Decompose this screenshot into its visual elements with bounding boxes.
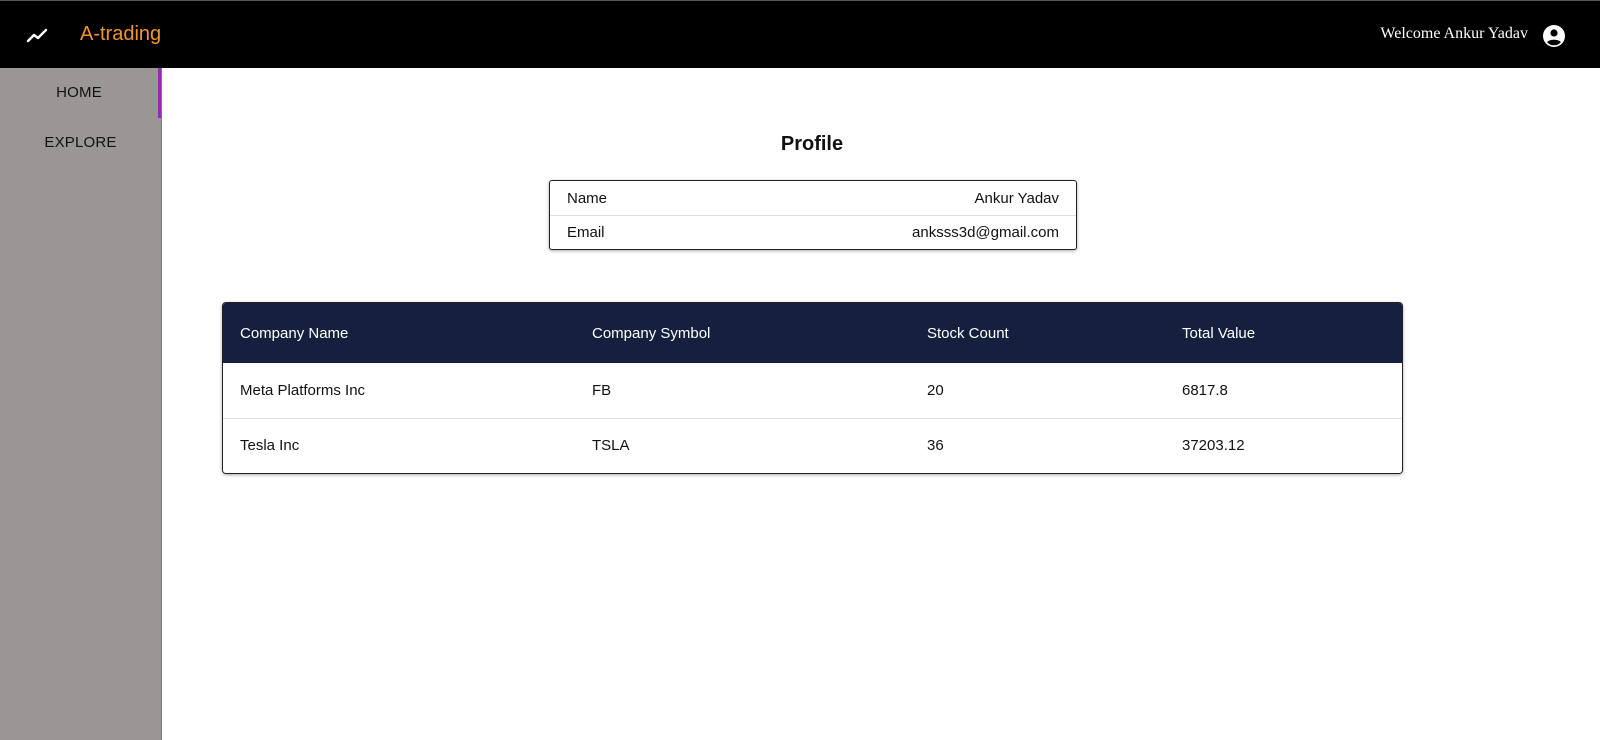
table-cell: Tesla Inc (240, 437, 300, 455)
profile-value: anksss3d@gmail.com (912, 224, 1059, 241)
table-cell: 20 (927, 381, 944, 399)
brand-title: A-trading (80, 23, 162, 45)
profile-row-name: Name Ankur Yadav (550, 181, 1076, 215)
table-cell: 6817.8 (1182, 381, 1228, 399)
column-header: Total Value (1182, 324, 1256, 342)
app-bar: A-trading Welcome Ankur Yadav (0, 0, 1600, 68)
main-content: Profile Name Ankur Yadav Email anksss3d@… (162, 68, 1600, 740)
table-row: Tesla Inc TSLA 36 37203.12 (223, 418, 1402, 473)
table-cell: 36 (927, 437, 944, 455)
profile-value: Ankur Yadav (974, 189, 1060, 207)
column-header: Stock Count (927, 324, 1009, 342)
column-header: Company Symbol (592, 324, 711, 342)
table-header-row: Company Name Company Symbol Stock Count … (223, 303, 1402, 363)
profile-row-email: Email anksss3d@gmail.com (550, 215, 1076, 249)
sidebar-item-home[interactable]: HOME (0, 68, 161, 118)
table-cell: 37203.12 (1182, 437, 1245, 455)
table-cell: Meta Platforms Inc (240, 381, 366, 399)
welcome-text: Welcome Ankur Yadav (1380, 25, 1528, 42)
trending-up-icon (26, 28, 48, 43)
account-circle-icon[interactable] (1542, 24, 1566, 48)
table-row: Meta Platforms Inc FB 20 6817.8 (223, 363, 1402, 418)
profile-label: Email (567, 224, 605, 241)
page-title: Profile (780, 133, 844, 155)
table-cell: FB (592, 381, 612, 399)
profile-label: Name (567, 189, 608, 207)
sidebar-item-explore[interactable]: EXPLORE (0, 118, 161, 168)
holdings-table: Company Name Company Symbol Stock Count … (222, 302, 1403, 474)
sidebar: HOME EXPLORE (0, 68, 162, 740)
table-cell: TSLA (592, 437, 630, 455)
column-header: Company Name (240, 324, 349, 342)
profile-card: Name Ankur Yadav Email anksss3d@gmail.co… (549, 180, 1077, 250)
